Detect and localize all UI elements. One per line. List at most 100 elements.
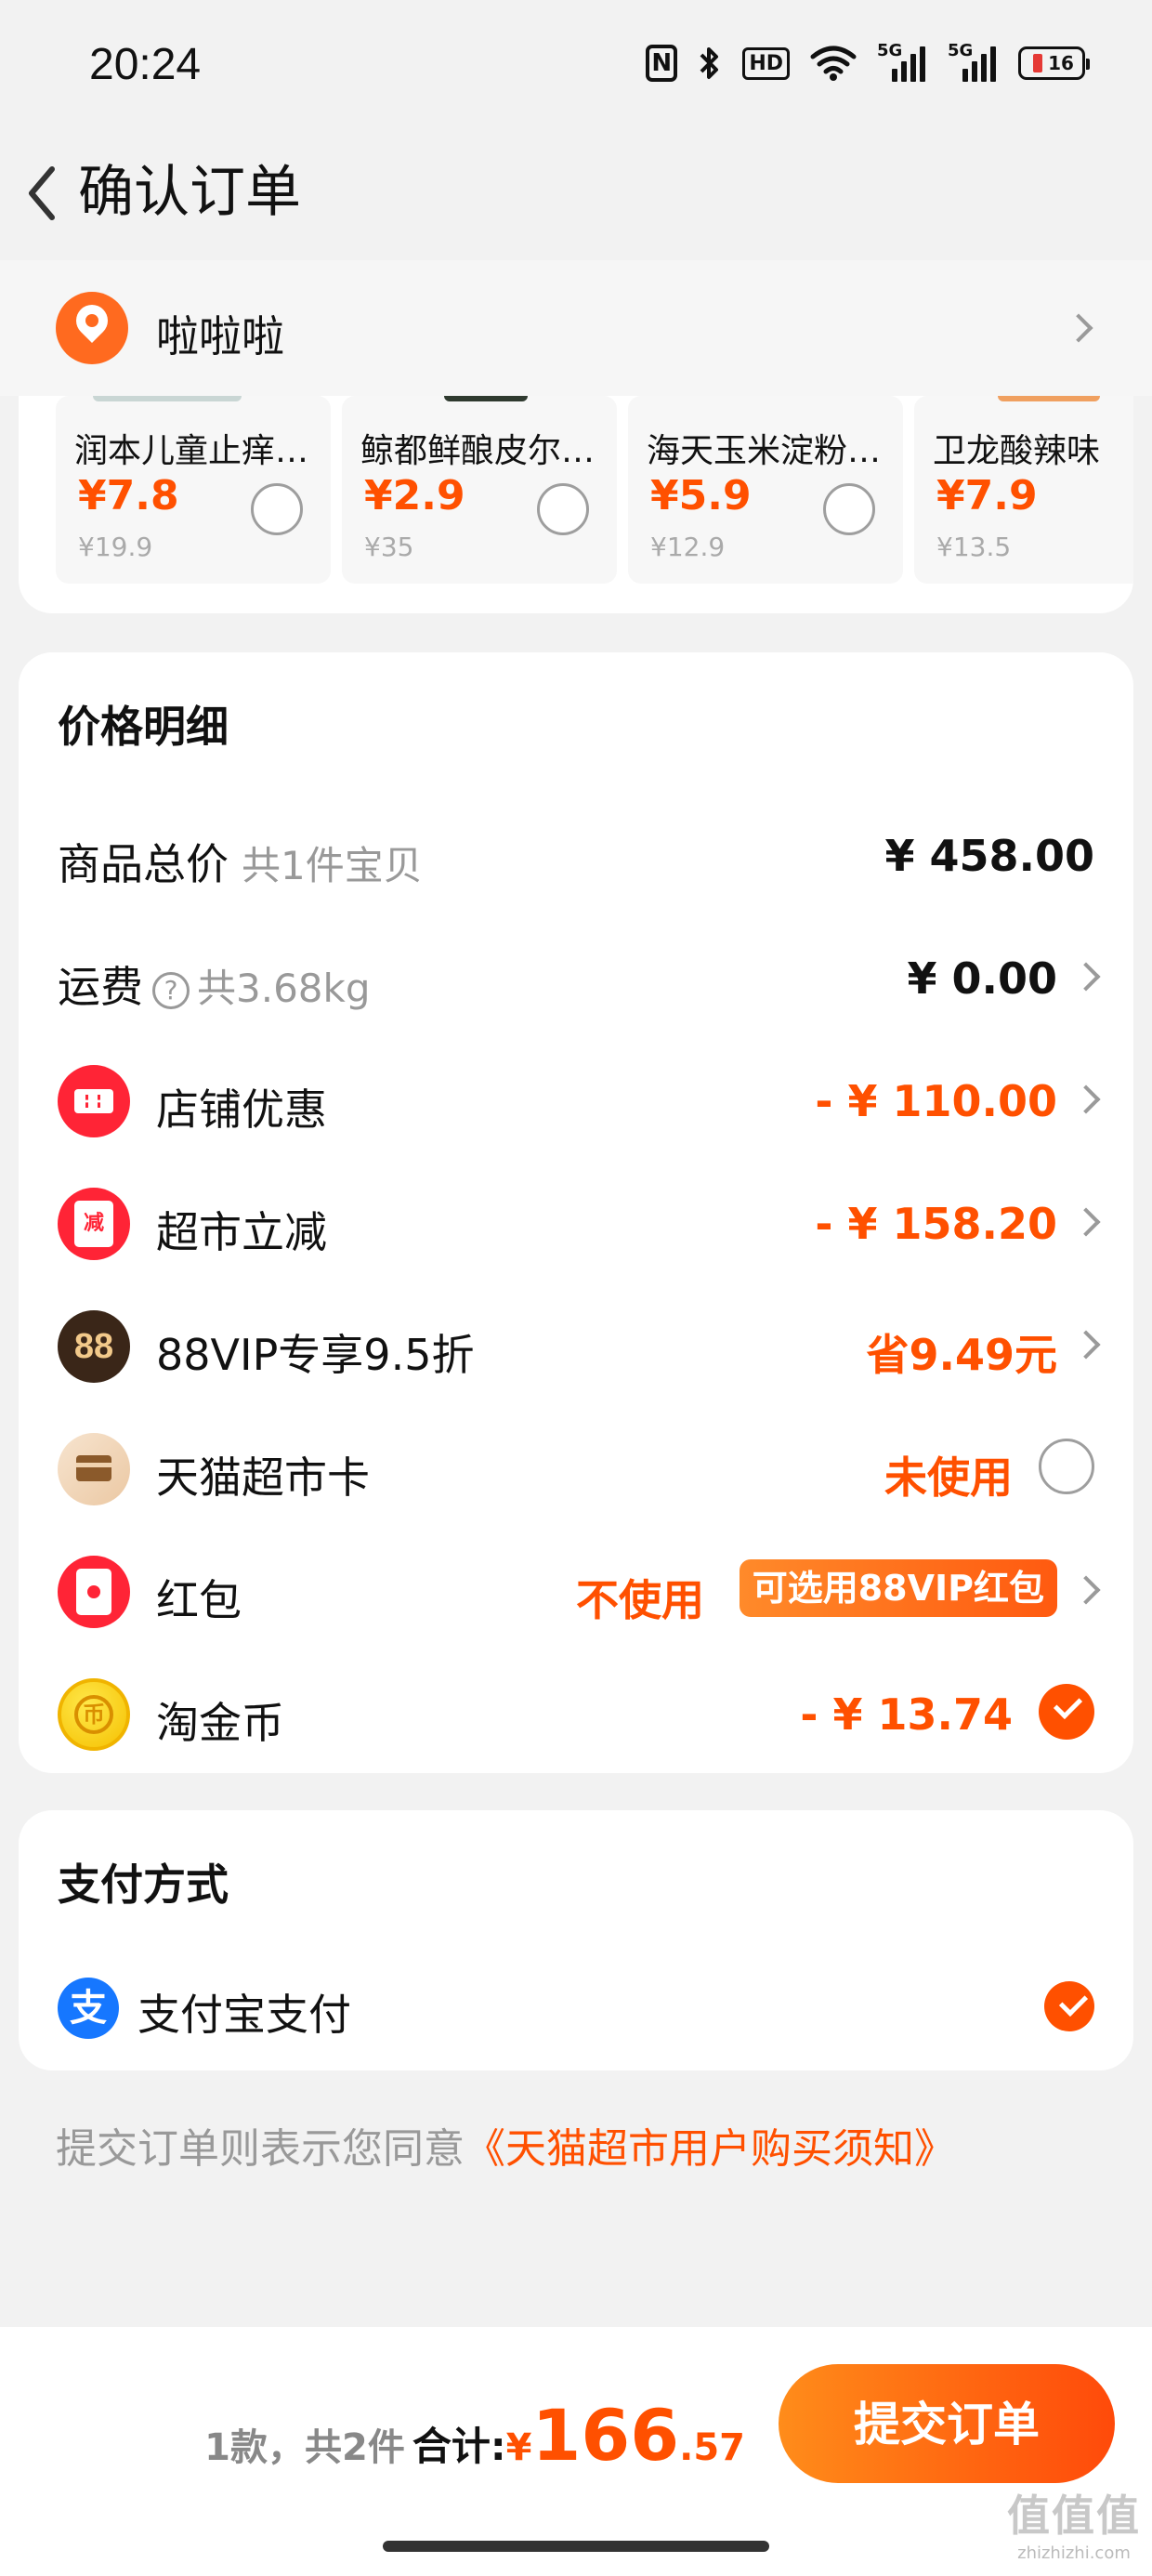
order-total: 1款，共2件 合计: ¥ 166 .57	[204, 2394, 745, 2477]
submit-order-button[interactable]: 提交订单	[779, 2364, 1115, 2483]
item-count: 1款，共2件	[204, 2426, 405, 2469]
battery-level: 16	[1048, 52, 1074, 74]
payment-method-label: 支付宝支付	[137, 1990, 351, 2040]
red-packet-label: 红包	[156, 1575, 242, 1625]
chevron-right-icon	[1071, 1575, 1101, 1605]
shipping-weight: 共3.68kg	[197, 966, 371, 1011]
goods-total-row: 商品总价 共1件宝贝 ¥ 458.00	[19, 807, 1133, 900]
red-packet-row[interactable]: 红包 不使用 可选用88VIP红包	[19, 1543, 1133, 1636]
market-reduction-label: 超市立减	[156, 1207, 327, 1257]
red-packet-icon	[58, 1556, 130, 1628]
address-name: 啦啦啦	[156, 311, 284, 361]
product-original-price: ¥35	[364, 532, 414, 562]
recommendation-item[interactable]: 润本儿童止痒… ¥7.8 ¥19.9	[56, 396, 331, 584]
product-thumbnail	[93, 396, 242, 401]
battery-level-fill	[1033, 54, 1043, 72]
signal-5g-icon: 5G	[877, 41, 927, 82]
shop-discount-row[interactable]: 店铺优惠 - ¥ 110.00	[19, 1052, 1133, 1145]
agreement-text: 提交订单则表示您同意《天猫超市用户购买须知》	[56, 2115, 955, 2175]
shop-discount-value: - ¥ 110.00	[815, 1076, 1057, 1126]
recommendation-item[interactable]: 鲸都鲜酿皮尔… ¥2.9 ¥35	[342, 396, 617, 584]
shipping-label: 运费	[58, 962, 143, 1012]
market-card-label: 天猫超市卡	[156, 1452, 370, 1503]
coin-icon: 币	[58, 1678, 130, 1751]
product-name: 海天玉米淀粉…	[647, 432, 882, 470]
payment-method-radio[interactable]	[1044, 1981, 1094, 2031]
address-bar[interactable]: 啦啦啦	[0, 260, 1152, 396]
total-decimal: .57	[679, 2426, 745, 2469]
goods-count: 共1件宝贝	[242, 843, 423, 888]
status-icons: N HD 5G 5G 16	[646, 41, 1090, 82]
product-name: 鲸都鲜酿皮尔…	[360, 432, 596, 470]
recommendation-item[interactable]: 海天玉米淀粉… ¥5.9 ¥12.9	[628, 396, 903, 584]
total-integer: 166	[531, 2394, 680, 2477]
product-price: ¥7.9	[936, 472, 1038, 519]
vip-discount-label: 88VIP专享9.5折	[156, 1330, 475, 1380]
chevron-right-icon	[1064, 313, 1093, 343]
agreement-prefix: 提交订单则表示您同意	[56, 2125, 465, 2173]
recommendation-strip: 润本儿童止痒… ¥7.8 ¥19.9 鲸都鲜酿皮尔… ¥2.9 ¥35 海天玉米…	[19, 396, 1133, 613]
red-packet-value: 不使用	[576, 1575, 704, 1625]
market-card-value: 未使用	[884, 1452, 1013, 1503]
recommendation-item[interactable]: 卫龙酸辣味 ¥7.9 ¥13.5	[914, 396, 1133, 584]
market-card-radio[interactable]	[1039, 1439, 1094, 1494]
shipping-row[interactable]: 运费? 共3.68kg ¥ 0.00	[19, 929, 1133, 1022]
market-reduction-row[interactable]: 减 超市立减 - ¥ 158.20	[19, 1175, 1133, 1268]
battery-icon: 16	[1018, 46, 1090, 80]
coupon-icon	[58, 1065, 130, 1137]
product-original-price: ¥19.9	[78, 532, 153, 562]
goods-total-value: ¥ 458.00	[884, 831, 1094, 881]
product-select-radio[interactable]	[537, 483, 589, 535]
home-indicator[interactable]	[383, 2541, 769, 2552]
product-price: ¥5.9	[650, 472, 752, 519]
status-time: 20:24	[89, 40, 202, 89]
coin-checked-radio[interactable]	[1039, 1684, 1094, 1740]
payment-title: 支付方式	[58, 1860, 229, 1910]
product-name: 卫龙酸辣味	[933, 432, 1101, 470]
help-icon[interactable]: ?	[152, 971, 190, 1009]
product-price: ¥7.8	[78, 472, 179, 519]
chevron-right-icon	[1071, 1084, 1101, 1114]
chevron-right-icon	[1071, 962, 1101, 992]
card-icon	[58, 1433, 130, 1505]
chevron-right-icon	[1071, 1207, 1101, 1237]
product-name: 润本儿童止痒…	[74, 432, 309, 470]
site-watermark: 值值值 zhizhizhi.com	[1007, 2482, 1141, 2563]
bluetooth-icon	[698, 45, 722, 82]
back-button[interactable]	[17, 156, 82, 230]
status-bar: 20:24 N HD 5G 5G 16	[0, 0, 1152, 130]
hd-icon: HD	[742, 46, 790, 80]
signal-5g-icon: 5G	[948, 41, 998, 82]
checkout-bar: 1款，共2件 合计: ¥ 166 .57 提交订单 值值值 zhizhizhi.…	[0, 2327, 1152, 2576]
alipay-icon: 支	[58, 1978, 119, 2039]
product-thumbnail	[444, 396, 528, 401]
market-card-row[interactable]: 天猫超市卡 未使用	[19, 1420, 1133, 1513]
chevron-right-icon	[1071, 1330, 1101, 1360]
product-select-radio[interactable]	[251, 483, 303, 535]
vip-discount-row[interactable]: 88 88VIP专享9.5折 省9.49元	[19, 1297, 1133, 1390]
product-original-price: ¥12.9	[650, 532, 726, 562]
currency-symbol: ¥	[505, 2426, 532, 2469]
market-reduction-value: - ¥ 158.20	[815, 1199, 1057, 1249]
vip-88-icon: 88	[58, 1310, 130, 1383]
price-details-title: 价格明细	[58, 702, 229, 752]
agreement-link[interactable]: 《天猫超市用户购买须知》	[465, 2125, 955, 2173]
shop-discount-label: 店铺优惠	[156, 1084, 327, 1135]
goods-total-label: 商品总价	[58, 839, 229, 889]
total-label: 合计:	[412, 2424, 506, 2469]
product-original-price: ¥13.5	[936, 532, 1012, 562]
location-pin-icon	[56, 292, 128, 364]
chevron-left-icon	[29, 166, 55, 220]
reduction-icon: 减	[58, 1188, 130, 1260]
payment-card: 支付方式 支 支付宝支付	[19, 1810, 1133, 2070]
shipping-value: ¥ 0.00	[907, 953, 1057, 1004]
payment-method-row[interactable]: 支 支付宝支付	[19, 1976, 1133, 2069]
product-select-radio[interactable]	[823, 483, 875, 535]
price-details-card: 价格明细 商品总价 共1件宝贝 ¥ 458.00 运费? 共3.68kg ¥ 0.0…	[19, 652, 1133, 1773]
wifi-icon	[810, 46, 857, 81]
product-price: ¥2.9	[364, 472, 465, 519]
product-thumbnail	[998, 396, 1100, 401]
vip-red-packet-badge[interactable]: 可选用88VIP红包	[739, 1559, 1057, 1617]
coin-row[interactable]: 币 淘金币 - ¥ 13.74	[19, 1665, 1133, 1758]
coin-value: - ¥ 13.74	[800, 1689, 1013, 1740]
